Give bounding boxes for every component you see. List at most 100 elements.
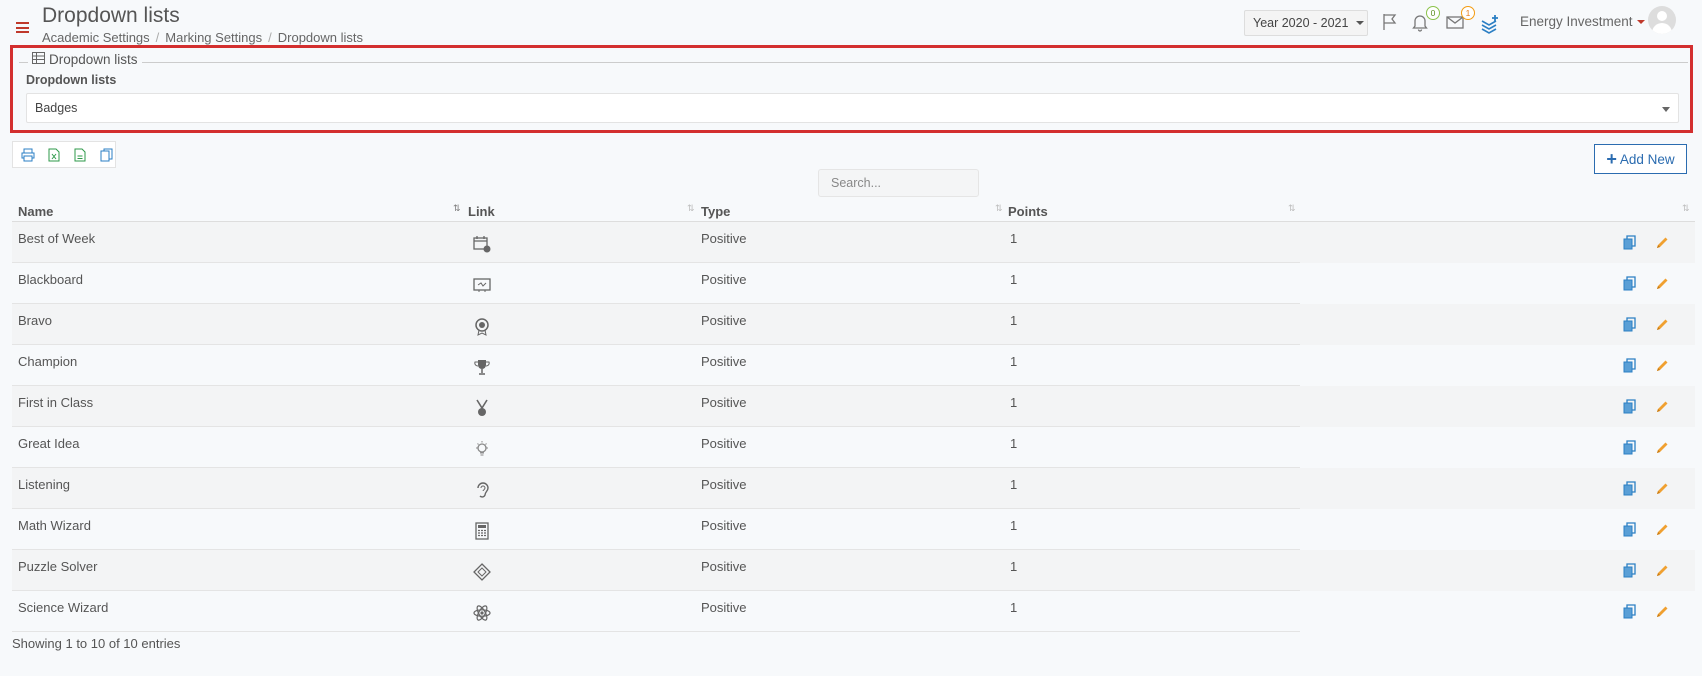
dropdown-lists-select[interactable]: Badges xyxy=(26,93,1679,123)
excel-export-icon[interactable] xyxy=(47,148,61,162)
flag-icon[interactable] xyxy=(1380,12,1402,34)
ribbon-medal-icon xyxy=(472,398,492,418)
edit-pencil-icon[interactable] xyxy=(1655,317,1671,333)
edit-pencil-icon[interactable] xyxy=(1655,358,1671,374)
csv-export-icon[interactable] xyxy=(73,148,87,162)
breadcrumb: Academic Settings / Marking Settings / D… xyxy=(42,30,363,45)
sort-icon[interactable]: ⇅ xyxy=(1288,203,1295,214)
duplicate-icon[interactable] xyxy=(1623,399,1639,415)
fieldset-legend: Dropdown lists xyxy=(28,52,142,67)
edit-pencil-icon[interactable] xyxy=(1655,399,1671,415)
duplicate-icon[interactable] xyxy=(1623,235,1639,251)
cell-points: 1 xyxy=(1010,436,1018,451)
cell-points: 1 xyxy=(1010,559,1018,574)
table-row: Blackboard Positive 1 xyxy=(12,263,1695,304)
cell-type: Positive xyxy=(701,354,747,369)
calendar-badge-icon xyxy=(472,234,492,254)
column-header-points[interactable]: Points xyxy=(1008,204,1048,219)
blackboard-icon xyxy=(472,275,492,295)
cell-type: Positive xyxy=(701,559,747,574)
plus-icon: + xyxy=(1606,149,1617,169)
table-row: Puzzle Solver Positive 1 xyxy=(12,550,1695,591)
dropdown-lists-label: Dropdown lists xyxy=(26,73,117,87)
breadcrumb-marking-settings[interactable]: Marking Settings xyxy=(165,30,262,45)
edit-pencil-icon[interactable] xyxy=(1655,604,1671,620)
breadcrumb-academic-settings[interactable]: Academic Settings xyxy=(42,30,150,45)
cell-name: Science Wizard xyxy=(18,600,109,615)
trophy-icon xyxy=(472,357,492,377)
duplicate-icon[interactable] xyxy=(1623,522,1639,538)
row-actions xyxy=(1623,399,1671,415)
ear-icon xyxy=(472,480,492,500)
column-header-type[interactable]: Type xyxy=(701,204,730,219)
lightbulb-icon xyxy=(472,439,492,459)
row-actions xyxy=(1623,358,1671,374)
cell-name: Listening xyxy=(18,477,71,492)
envelope-icon[interactable]: 1 xyxy=(1445,6,1475,34)
edit-pencil-icon[interactable] xyxy=(1655,276,1671,292)
avatar[interactable] xyxy=(1648,6,1676,34)
dropdown-lists-selected-value: Badges xyxy=(35,101,78,115)
cell-points: 1 xyxy=(1010,600,1018,615)
row-actions xyxy=(1623,604,1671,620)
table-row: Bravo Positive 1 xyxy=(12,304,1695,345)
atom-icon xyxy=(472,603,492,623)
cell-name: First in Class xyxy=(18,395,94,410)
duplicate-icon[interactable] xyxy=(1623,604,1639,620)
cell-points: 1 xyxy=(1010,313,1018,328)
edit-pencil-icon[interactable] xyxy=(1655,522,1671,538)
duplicate-icon[interactable] xyxy=(1623,276,1639,292)
year-select[interactable]: Year 2020 - 2021 xyxy=(1244,10,1368,36)
page-title: Dropdown lists xyxy=(42,4,180,27)
add-new-label: Add New xyxy=(1619,151,1675,167)
table-body: Best of Week Positive 1 Blackboard Positive 1… xyxy=(12,222,1695,632)
cell-type: Positive xyxy=(701,272,747,287)
add-new-button[interactable]: + Add New xyxy=(1594,144,1687,174)
edit-pencil-icon[interactable] xyxy=(1655,440,1671,456)
search-input[interactable] xyxy=(818,169,979,197)
row-divider xyxy=(12,631,1300,632)
sort-icon[interactable]: ⇅ xyxy=(687,203,694,214)
cell-type: Positive xyxy=(701,436,747,451)
copy-icon[interactable] xyxy=(99,148,113,162)
user-name[interactable]: Energy Investment xyxy=(1520,14,1633,29)
edit-pencil-icon[interactable] xyxy=(1655,235,1671,251)
chevron-down-icon xyxy=(1356,21,1365,25)
menu-toggle-icon[interactable] xyxy=(16,22,29,33)
edit-pencil-icon[interactable] xyxy=(1655,563,1671,579)
cell-name: Math Wizard xyxy=(18,518,91,533)
duplicate-icon[interactable] xyxy=(1623,481,1639,497)
table-info: Showing 1 to 10 of 10 entries xyxy=(12,636,181,651)
cell-points: 1 xyxy=(1010,518,1018,533)
cell-type: Positive xyxy=(701,231,747,246)
duplicate-icon[interactable] xyxy=(1623,440,1639,456)
duplicate-icon[interactable] xyxy=(1623,358,1639,374)
layers-plus-icon[interactable] xyxy=(1480,12,1502,34)
export-toolbar xyxy=(12,141,116,168)
sort-icon[interactable]: ⇅ xyxy=(1682,203,1689,214)
cell-name: Blackboard xyxy=(18,272,84,287)
table-row: Math Wizard Positive 1 xyxy=(12,509,1695,550)
sort-icon[interactable]: ⇅ xyxy=(453,203,460,214)
row-actions xyxy=(1623,317,1671,333)
medal-icon xyxy=(472,316,492,336)
cell-type: Positive xyxy=(701,518,747,533)
table-row: Science Wizard Positive 1 xyxy=(12,591,1695,632)
row-actions xyxy=(1623,563,1671,579)
cell-type: Positive xyxy=(701,313,747,328)
table-row: Champion Positive 1 xyxy=(12,345,1695,386)
duplicate-icon[interactable] xyxy=(1623,317,1639,333)
cell-name: Puzzle Solver xyxy=(18,559,98,574)
user-menu-caret-icon[interactable] xyxy=(1637,20,1645,24)
cell-points: 1 xyxy=(1010,231,1018,246)
edit-pencil-icon[interactable] xyxy=(1655,481,1671,497)
column-header-name[interactable]: Name xyxy=(18,204,53,219)
bell-icon[interactable]: 0 xyxy=(1410,6,1440,34)
cell-type: Positive xyxy=(701,600,747,615)
print-icon[interactable] xyxy=(21,148,35,162)
sort-icon[interactable]: ⇅ xyxy=(995,203,1002,214)
cell-name: Best of Week xyxy=(18,231,96,246)
column-header-link[interactable]: Link xyxy=(468,204,495,219)
cell-points: 1 xyxy=(1010,395,1018,410)
duplicate-icon[interactable] xyxy=(1623,563,1639,579)
